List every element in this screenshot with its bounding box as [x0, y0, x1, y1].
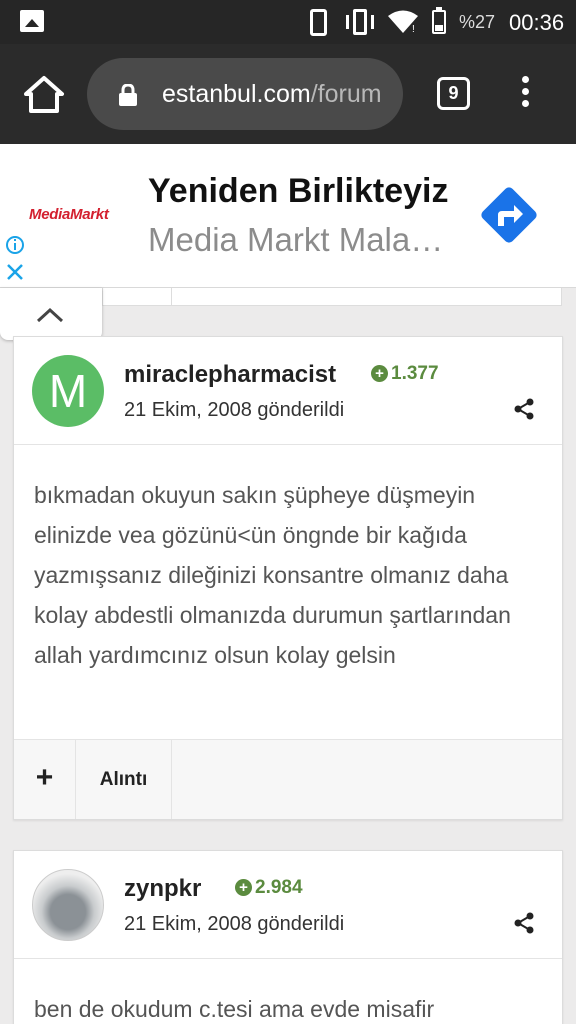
reputation-badge: +2.984 [235, 877, 303, 899]
share-icon[interactable] [512, 911, 536, 935]
url-host: estanbul.com [162, 80, 311, 108]
post-actions: + Alıntı [14, 739, 562, 819]
vibrate-icon [344, 9, 376, 35]
lock-icon [119, 84, 137, 106]
username-link[interactable]: miraclepharmacist [124, 361, 336, 389]
forum-post: M miraclepharmacist +1.377 21 Ekim, 2008… [13, 336, 563, 820]
status-bar: ! %27 00:36 [0, 0, 576, 44]
avatar[interactable]: M [32, 355, 104, 427]
ad-info-icon[interactable] [5, 235, 25, 255]
wifi-icon: ! [388, 10, 418, 34]
post-date[interactable]: 21 Ekim, 2008 gönderildi [124, 913, 344, 936]
previous-post-footer [102, 288, 562, 306]
more-menu-icon[interactable] [515, 76, 535, 116]
home-icon[interactable] [22, 74, 66, 114]
reputation-value: 1.377 [391, 363, 439, 384]
ad-brand-logo: MediaMarkt [29, 206, 109, 223]
add-button[interactable]: + [14, 740, 76, 819]
plus-circle-icon: + [235, 879, 252, 896]
reputation-badge: +1.377 [371, 363, 439, 385]
post-body: bıkmadan okuyun sakın şüpheye düşmeyin e… [34, 482, 511, 668]
post-header: zynpkr +2.984 21 Ekim, 2008 gönderildi [14, 851, 562, 959]
quote-button[interactable]: Alıntı [76, 740, 172, 819]
post-date[interactable]: 21 Ekim, 2008 gönderildi [124, 399, 344, 422]
svg-text:!: ! [412, 24, 415, 34]
share-icon[interactable] [512, 397, 536, 421]
gallery-icon [20, 10, 44, 32]
browser-toolbar: estanbul.com/forum 9 [0, 44, 576, 144]
battery-icon [432, 7, 446, 34]
plus-circle-icon: + [371, 365, 388, 382]
ad-directions-icon[interactable] [476, 182, 542, 248]
ad-subtitle[interactable]: Media Markt Mala… [148, 221, 443, 259]
tab-switcher-button[interactable]: 9 [437, 77, 470, 110]
collapse-ad-button[interactable] [0, 288, 102, 340]
ad-close-icon[interactable] [5, 262, 25, 282]
username-link[interactable]: zynpkr [124, 875, 201, 903]
battery-percent: %27 [459, 12, 496, 32]
reputation-value: 2.984 [255, 877, 303, 898]
post-header: M miraclepharmacist +1.377 21 Ekim, 2008… [14, 337, 562, 445]
ad-title[interactable]: Yeniden Birlikteyiz [148, 172, 448, 211]
address-bar[interactable]: estanbul.com/forum [87, 58, 403, 130]
url-text[interactable]: estanbul.com/forum [162, 80, 382, 109]
url-path: /forum [310, 80, 382, 108]
post-body: ben de okudum c.tesi ama evde misafir [34, 996, 435, 1022]
chevron-up-icon [36, 307, 64, 323]
clock: 00:36 [509, 10, 565, 35]
avatar[interactable] [32, 869, 104, 941]
phone-icon [310, 9, 327, 36]
forum-post: zynpkr +2.984 21 Ekim, 2008 gönderildi b… [13, 850, 563, 1024]
